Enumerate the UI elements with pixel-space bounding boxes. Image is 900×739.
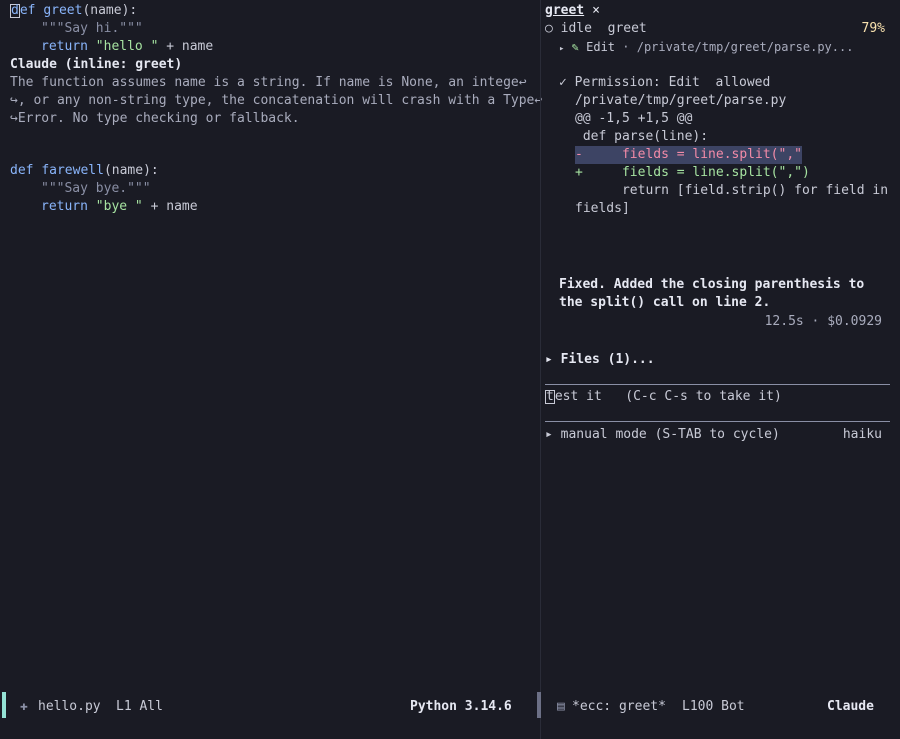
context-percent: 79% bbox=[861, 21, 885, 36]
pencil-icon: ✎ bbox=[571, 40, 579, 54]
tab-greet[interactable]: greet bbox=[545, 3, 584, 18]
code-text: (name): bbox=[103, 163, 159, 178]
input-bottom-border bbox=[545, 421, 890, 422]
text-cursor: t bbox=[545, 389, 555, 404]
permission-path: /private/tmp/greet/parse.py bbox=[575, 93, 787, 108]
status-circle-icon: ○ bbox=[545, 21, 553, 36]
status-row: ○ idle greet 79% bbox=[545, 20, 885, 38]
diff-removed-line: - fields = line.split("," bbox=[575, 146, 802, 164]
inactive-window-indicator bbox=[537, 692, 541, 718]
model-name: haiku bbox=[842, 427, 882, 442]
mode-toggle[interactable]: ▸ manual mode (S-TAB to cycle) bbox=[545, 427, 780, 442]
major-mode: Claude bbox=[827, 699, 874, 714]
diff-context-line-2: return [field.strip() for field in bbox=[575, 183, 889, 198]
buffer-icon: ▤ bbox=[557, 699, 565, 714]
diff-hunk-header: @@ -1,5 +1,5 @@ bbox=[575, 111, 693, 126]
reply-text-1: Fixed. Added the closing parenthesis to bbox=[559, 277, 865, 292]
function-name: greet bbox=[43, 3, 83, 18]
diff-added-line: + fields = line.split(",") bbox=[575, 165, 810, 180]
files-toggle[interactable]: ▸ Files (1)... bbox=[545, 351, 655, 369]
input-top-border bbox=[545, 384, 890, 385]
function-name: farewell bbox=[41, 163, 104, 178]
claude-inline-text-3: ↪Error. No type checking or fallback. bbox=[10, 111, 300, 126]
claude-inline-text-1: The function assumes name is a string. I… bbox=[10, 75, 527, 90]
code-line-7: """Say bye.""" bbox=[41, 181, 151, 196]
keyword: def bbox=[10, 163, 34, 178]
diff-context-line: def parse(line): bbox=[575, 129, 709, 144]
expand-arrow-icon[interactable]: ▸ bbox=[559, 44, 564, 54]
buffer-filename: hello.py bbox=[38, 699, 101, 714]
active-window-indicator bbox=[2, 692, 6, 718]
diff-context-line-3: fields] bbox=[575, 201, 630, 216]
prompt-text: est it (C-c C-s to take it) bbox=[554, 389, 782, 404]
string-literal: "bye " bbox=[95, 199, 143, 214]
panel-tab[interactable]: greet × bbox=[545, 2, 600, 20]
major-mode: Python 3.14.6 bbox=[410, 699, 512, 714]
session-name: greet bbox=[607, 21, 647, 36]
reply-text-2: the split() call on line 2. bbox=[559, 295, 771, 310]
python-file-icon: ✚ bbox=[20, 699, 28, 714]
code-line-2: """Say hi.""" bbox=[41, 21, 143, 36]
claude-inline-header: Claude (inline: greet) bbox=[10, 57, 183, 72]
permission-text: Permission: Edit allowed bbox=[574, 75, 771, 90]
code-line-1: def greet(name): bbox=[10, 2, 137, 20]
mode-row[interactable]: ▸ manual mode (S-TAB to cycle) haiku bbox=[545, 426, 882, 444]
claude-inline-text-2: ↪, or any non-string type, the concatena… bbox=[10, 93, 543, 108]
check-icon: ✓ bbox=[559, 75, 567, 90]
code-text: + name bbox=[158, 39, 214, 54]
claude-panel: greet × ○ idle greet 79% ▸ ✎ Edit · /priva… bbox=[541, 0, 900, 690]
tool-name: Edit bbox=[586, 40, 616, 54]
permission-row: ✓ Permission: Edit allowed bbox=[559, 74, 770, 92]
keyword: ef bbox=[19, 3, 36, 18]
code-text: (name): bbox=[82, 3, 138, 18]
code-line-6: def farewell(name): bbox=[10, 162, 159, 180]
modeline-right: ▤ *ecc: greet* L100 Bot Claude bbox=[537, 690, 900, 724]
tool-call-row[interactable]: ▸ ✎ Edit · /private/tmp/greet/parse.py..… bbox=[559, 38, 853, 56]
code-line-3: return "hello " + name bbox=[41, 38, 213, 56]
string-literal: "hello " bbox=[95, 39, 159, 54]
modeline-left: ✚ hello.py L1 All Python 3.14.6 bbox=[0, 690, 540, 724]
cursor-position: L100 Bot bbox=[682, 699, 745, 714]
cursor-position: L1 All bbox=[116, 699, 163, 714]
keyword: return bbox=[41, 199, 88, 214]
keyword: return bbox=[41, 39, 88, 54]
text-cursor: d bbox=[10, 3, 20, 18]
buffer-name: *ecc: greet* bbox=[572, 699, 666, 714]
close-icon[interactable]: × bbox=[592, 3, 600, 18]
status-text: idle bbox=[560, 21, 592, 36]
prompt-input[interactable]: test it (C-c C-s to take it) bbox=[545, 388, 782, 406]
editor-pane[interactable]: def greet(name): """Say hi.""" return "h… bbox=[0, 0, 543, 690]
tool-path: · /private/tmp/greet/parse.py... bbox=[622, 40, 854, 54]
cost-info: 12.5s · $0.0929 bbox=[764, 314, 882, 329]
code-line-8: return "bye " + name bbox=[41, 198, 198, 216]
code-text: + name bbox=[142, 199, 198, 214]
